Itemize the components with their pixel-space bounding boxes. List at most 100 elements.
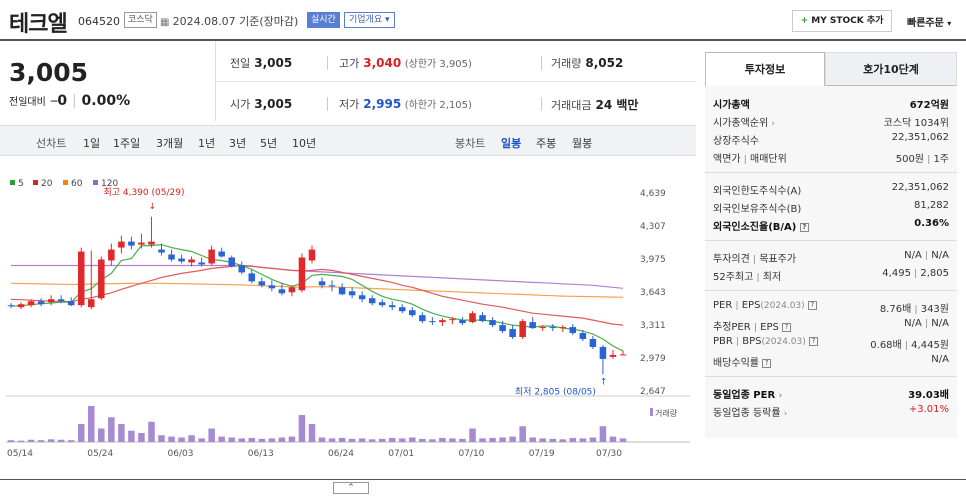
- legend-swatch: [33, 180, 38, 185]
- period-1w[interactable]: 1주일: [113, 135, 140, 151]
- prev-close: 전일 3,005: [230, 56, 293, 70]
- invest-panel: 투자정보 호가10단계 시가총액 672억원 시가총액순위 › 코스닥 1034위 …: [705, 52, 957, 452]
- volume-bar: [529, 437, 536, 442]
- cap-rank-row[interactable]: 시가총액순위 › 코스닥 1034위: [713, 114, 949, 130]
- candle-body: [599, 346, 607, 359]
- volume-bar: [338, 437, 346, 442]
- period-1y[interactable]: 1년: [198, 135, 215, 151]
- volume-bar: [88, 406, 95, 442]
- volume-bar: [609, 436, 617, 442]
- price-chart[interactable]: 5 20 60 1204,6394,3073,9753,6433,3112,9792,…: [0, 170, 696, 470]
- candle-body: [549, 327, 557, 329]
- volume-bar: [128, 430, 135, 442]
- volume-bar: [388, 437, 396, 442]
- candle-body: [469, 313, 476, 323]
- legend-swatch: [63, 180, 68, 185]
- tab-invest-info[interactable]: 투자정보: [705, 52, 825, 86]
- candle-body: [258, 281, 266, 286]
- candle-weekly[interactable]: 주봉: [536, 135, 556, 151]
- candle-body: [338, 287, 346, 295]
- chevron-down-icon: ▾: [947, 19, 952, 28]
- candle-body: [178, 258, 185, 262]
- divider: [327, 97, 328, 111]
- add-mystock-button[interactable]: + MY STOCK 추가: [792, 10, 892, 32]
- volume-bar: [429, 439, 436, 442]
- industry-rate-row[interactable]: 동일업종 등락률 › +3.01%: [713, 404, 949, 420]
- candle-body: [218, 251, 225, 257]
- volume-bar: [469, 428, 476, 442]
- volume-bar: [318, 437, 326, 442]
- candle-body: [619, 354, 627, 356]
- candle-body: [368, 298, 376, 304]
- current-price: 3,005: [9, 58, 89, 87]
- stock-header: 테크엘 064520 코스닥 ▦ 2024.08.07 기준(장마감) 실시간 …: [0, 0, 966, 40]
- candle-body: [328, 285, 336, 287]
- line-chart-label: 선차트: [36, 137, 67, 150]
- period-3y[interactable]: 3년: [229, 135, 246, 151]
- help-icon[interactable]: ?: [808, 336, 818, 346]
- volume-bar: [268, 438, 276, 442]
- quick-order-link[interactable]: 빠른주문 ▾: [907, 14, 951, 29]
- panel-tabs: 투자정보 호가10단계: [705, 52, 957, 86]
- stock-name: 테크엘: [9, 12, 68, 37]
- help-icon[interactable]: ?: [799, 222, 809, 232]
- invest-info-table: 시가총액 672억원 시가총액순위 › 코스닥 1034위 상장주식수 22,351,…: [705, 86, 957, 438]
- week52-row: 52주최고 | 최저 4,495 | 2,805: [713, 268, 949, 283]
- industry-per-row[interactable]: 동일업종 PER › 39.03배: [713, 386, 949, 402]
- shares-row: 상장주식수 22,351,062: [713, 132, 949, 147]
- candle-body: [198, 262, 205, 265]
- tab-ask-10[interactable]: 호가10단계: [825, 52, 957, 86]
- legend-label: 5: [18, 179, 24, 189]
- candle-body: [148, 241, 155, 245]
- x-tick-label: 06/03: [168, 449, 194, 459]
- period-3m[interactable]: 3개월: [156, 135, 183, 151]
- help-icon[interactable]: ?: [782, 322, 792, 332]
- company-overview-button[interactable]: 기업개요 ▾: [344, 12, 395, 28]
- current-price-box: 3,005 전일대비 ━0 | 0.00%: [0, 41, 215, 121]
- volume-bar: [579, 438, 587, 442]
- x-tick-label: 07/01: [388, 449, 414, 459]
- x-tick-label: 05/24: [87, 449, 113, 459]
- period-5y[interactable]: 5년: [260, 135, 277, 151]
- volume-bar: [77, 424, 85, 442]
- volume-bar: [298, 415, 306, 442]
- collapse-toggle-button[interactable]: ⌃: [333, 482, 369, 494]
- help-icon[interactable]: ?: [762, 358, 772, 368]
- candle-body: [77, 251, 85, 306]
- price-date: ▦ 2024.08.07 기준(장마감): [160, 15, 299, 28]
- candle-body: [409, 310, 416, 316]
- volume-bar: [218, 436, 225, 442]
- row-divider: [216, 81, 697, 82]
- chart-period-bar: 선차트 1일 1주일 3개월 1년 3년 5년 10년 봉차트 일봉 주봉 월봉: [0, 125, 696, 156]
- period-10y[interactable]: 10년: [292, 135, 316, 151]
- volume-bar: [118, 424, 125, 442]
- volume-bar: [599, 426, 607, 442]
- volume-bar: [409, 437, 416, 442]
- divider: [541, 56, 542, 70]
- candle-body: [57, 299, 65, 302]
- candle-body: [98, 259, 105, 299]
- candle-body: [238, 265, 246, 273]
- volume-bar: [108, 417, 115, 442]
- candle-body: [519, 321, 526, 338]
- volume-bar: [509, 436, 516, 442]
- candle-body: [399, 307, 406, 312]
- volume-bar: [288, 436, 296, 442]
- candle-body: [118, 241, 125, 248]
- candle-body: [27, 301, 35, 306]
- period-1d[interactable]: 1일: [83, 135, 100, 151]
- y-tick-label: 2,647: [640, 387, 666, 397]
- candle-body: [459, 320, 466, 324]
- bottom-divider: [0, 479, 966, 480]
- chevron-right-icon: ›: [771, 119, 775, 129]
- realtime-button[interactable]: 실시간: [307, 12, 340, 28]
- volume-bar: [98, 428, 105, 442]
- candle-monthly[interactable]: 월봉: [572, 135, 592, 151]
- volume-bar: [57, 439, 65, 442]
- candle-body: [298, 257, 306, 291]
- help-icon[interactable]: ?: [807, 300, 817, 310]
- candle-body: [7, 305, 15, 307]
- candle-daily[interactable]: 일봉: [501, 135, 521, 151]
- candle-body: [158, 249, 165, 253]
- candle-body: [308, 249, 316, 261]
